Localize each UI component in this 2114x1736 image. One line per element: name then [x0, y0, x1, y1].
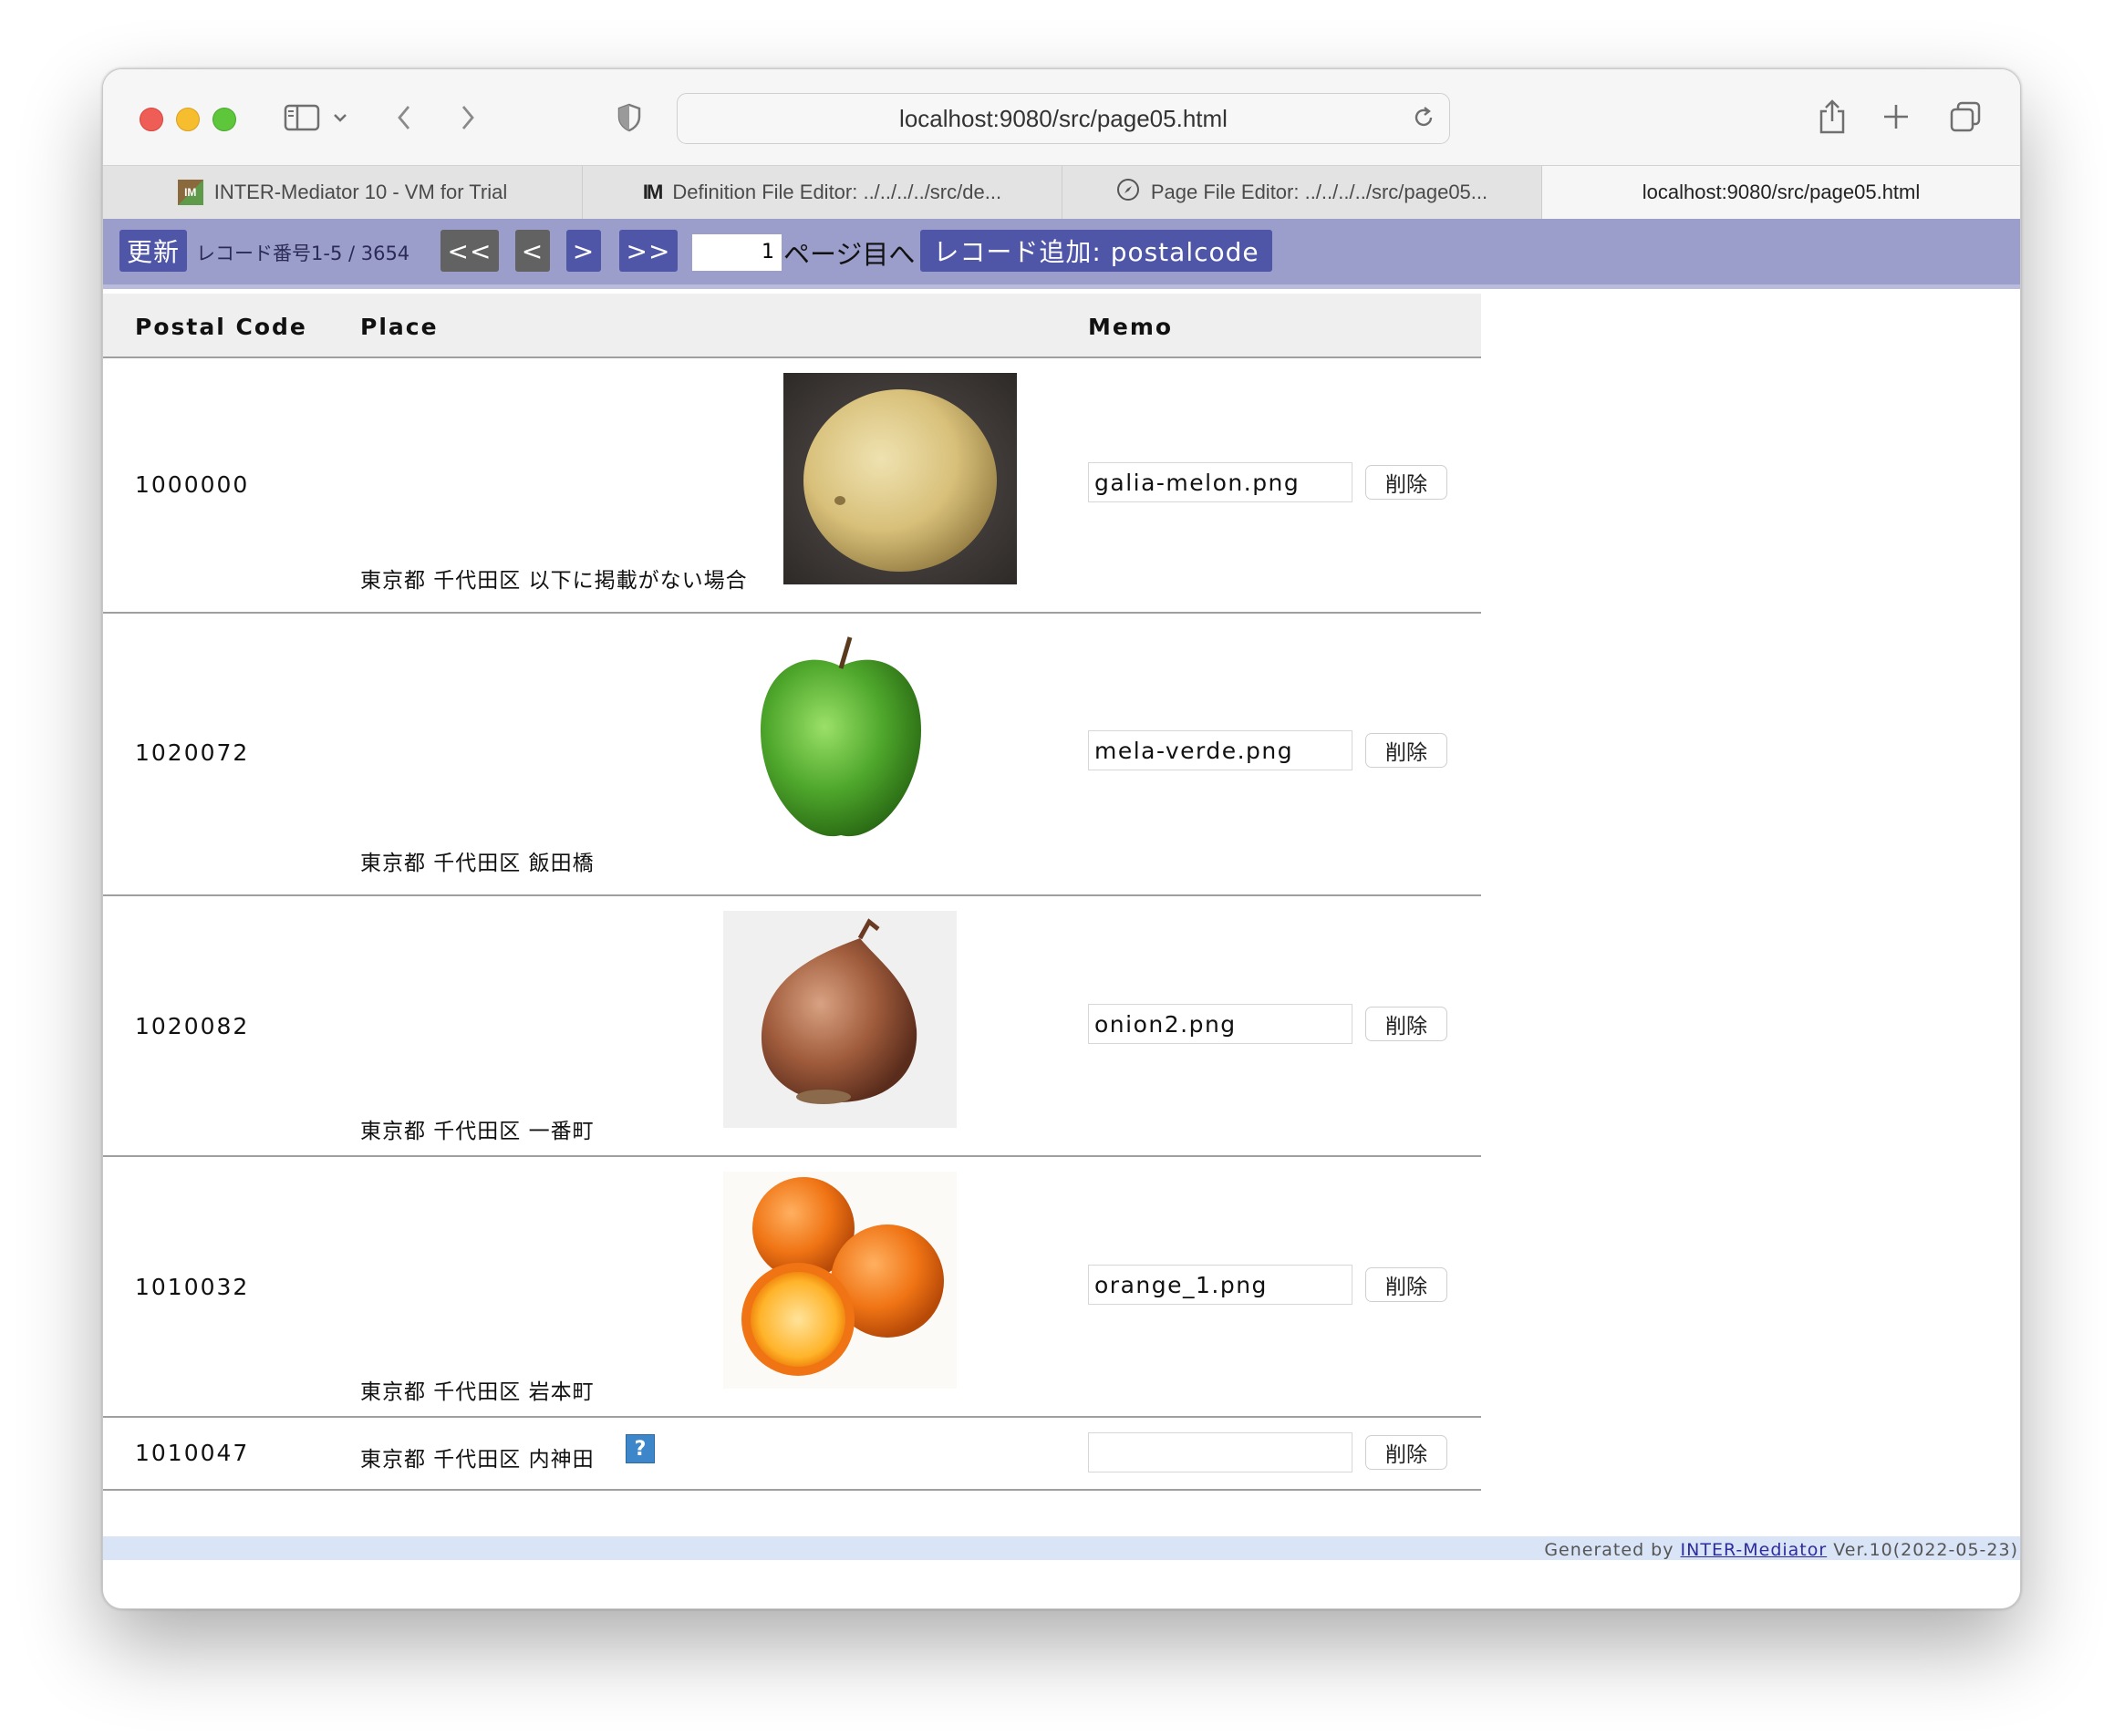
compass-icon [1116, 178, 1140, 207]
table-row: 1020072 東京都 千代田区 飯田橋 mela-verde.png 削除 [103, 614, 1481, 896]
table-row: 1010032 東京都 千代田区 岩本町 orange_1.png 削除 [103, 1157, 1481, 1418]
memo-input[interactable]: mela-verde.png [1088, 730, 1352, 770]
forward-icon[interactable] [457, 102, 479, 133]
browser-window: localhost:9080/src/page05.html IM INTER-… [102, 68, 2021, 1609]
tab-label: Definition File Editor: ../../../../src/… [672, 181, 1002, 203]
delete-button[interactable]: 削除 [1365, 1007, 1447, 1041]
record-navigation-bar: 更新 レコード番号1-5 / 3654 << < > >> 1 ページ目へ レコ… [103, 219, 2020, 289]
footer: Generated by INTER-Mediator Ver.10(2022-… [103, 1536, 2020, 1560]
refresh-button[interactable]: 更新 [119, 230, 187, 272]
footer-prefix: Generated by [1544, 1540, 1674, 1560]
add-record-button[interactable]: レコード追加: postalcode [920, 230, 1272, 272]
zoom-window-button[interactable] [212, 108, 236, 131]
place-name: 東京都 千代田区 飯田橋 [360, 852, 595, 875]
im-favicon-icon: IM [177, 180, 203, 205]
tab-page05[interactable]: localhost:9080/src/page05.html [1542, 166, 2020, 219]
share-icon[interactable] [1814, 97, 1850, 137]
new-tab-icon[interactable] [1880, 100, 1912, 133]
chevron-down-icon[interactable] [331, 106, 349, 129]
place-name: 東京都 千代田区 以下に掲載がない場合 [360, 569, 748, 593]
records-table: Postal Code Place Memo 1000000 東京都 千代田区 … [103, 294, 1481, 1491]
delete-button[interactable]: 削除 [1365, 1435, 1447, 1470]
privacy-shield-icon[interactable] [616, 102, 643, 133]
place-name: 東京都 千代田区 岩本町 [360, 1380, 595, 1404]
place-name: 東京都 千代田区 内神田 [360, 1448, 595, 1472]
previous-page-button[interactable]: < [515, 230, 550, 272]
footer-version: Ver.10(2022-05-23) [1833, 1540, 2018, 1560]
galia-melon-image [783, 373, 1017, 584]
minimize-window-button[interactable] [176, 108, 200, 131]
last-page-button[interactable]: >> [619, 230, 678, 272]
delete-button[interactable]: 削除 [1365, 1267, 1447, 1302]
footer-text: Generated by INTER-Mediator Ver.10(2022-… [1544, 1540, 2018, 1560]
memo-input[interactable]: onion2.png [1088, 1004, 1352, 1044]
memo-input[interactable] [1088, 1432, 1352, 1472]
sidebar-icon[interactable] [282, 102, 322, 133]
tab-bar: IM INTER-Mediator 10 - VM for Trial IM D… [103, 165, 2020, 220]
green-apple-image [724, 630, 958, 858]
postal-code: 1000000 [135, 471, 250, 498]
memo-input[interactable]: galia-melon.png [1088, 462, 1352, 502]
tab-label: Page File Editor: ../../../../src/page05… [1150, 181, 1488, 203]
record-info: レコード番号1-5 / 3654 [196, 243, 410, 264]
page-number-input[interactable]: 1 [692, 234, 782, 271]
definition-file-icon: IM [642, 181, 663, 203]
place-name: 東京都 千代田区 一番町 [360, 1120, 595, 1143]
close-window-button[interactable] [140, 108, 163, 131]
table-row: 1010047 東京都 千代田区 内神田 ? 削除 [103, 1418, 1481, 1491]
delete-button[interactable]: 削除 [1365, 733, 1447, 768]
table-header: Postal Code Place Memo [103, 294, 1481, 358]
address-bar[interactable]: localhost:9080/src/page05.html [677, 93, 1450, 144]
page-content: 更新 レコード番号1-5 / 3654 << < > >> 1 ページ目へ レコ… [103, 219, 2020, 1608]
first-page-button[interactable]: << [440, 230, 499, 272]
goto-page-label: ページ目へ [783, 239, 916, 270]
postal-code: 1010047 [135, 1440, 250, 1466]
onion-image [723, 911, 957, 1128]
postal-code: 1020072 [135, 739, 250, 766]
browser-toolbar: localhost:9080/src/page05.html [103, 69, 2020, 165]
postal-code: 1020082 [135, 1013, 250, 1039]
tab-definition-file-editor[interactable]: IM Definition File Editor: ../../../../s… [583, 166, 1062, 219]
tab-page-file-editor[interactable]: Page File Editor: ../../../../src/page05… [1062, 166, 1542, 219]
memo-input[interactable]: orange_1.png [1088, 1265, 1352, 1305]
missing-image-icon: ? [626, 1434, 655, 1463]
reload-icon[interactable] [1411, 105, 1436, 137]
next-page-button[interactable]: > [566, 230, 601, 272]
tab-inter-mediator[interactable]: IM INTER-Mediator 10 - VM for Trial [103, 166, 583, 219]
delete-button[interactable]: 削除 [1365, 465, 1447, 500]
oranges-image [723, 1172, 957, 1389]
header-memo: Memo [1088, 314, 1174, 340]
postal-code: 1010032 [135, 1274, 250, 1300]
inter-mediator-link[interactable]: INTER-Mediator [1681, 1540, 1828, 1560]
table-row: 1000000 東京都 千代田区 以下に掲載がない場合 galia-melon.… [103, 358, 1481, 614]
tab-label: INTER-Mediator 10 - VM for Trial [213, 181, 508, 203]
url-text: localhost:9080/src/page05.html [899, 104, 1228, 132]
back-icon[interactable] [393, 102, 415, 133]
header-place: Place [360, 314, 439, 340]
table-row: 1020082 東京都 千代田区 一番町 onion2.png 削除 [103, 896, 1481, 1157]
tab-label: localhost:9080/src/page05.html [1642, 181, 1921, 203]
tab-overview-icon[interactable] [1947, 98, 1984, 135]
header-postal-code: Postal Code [135, 314, 307, 340]
